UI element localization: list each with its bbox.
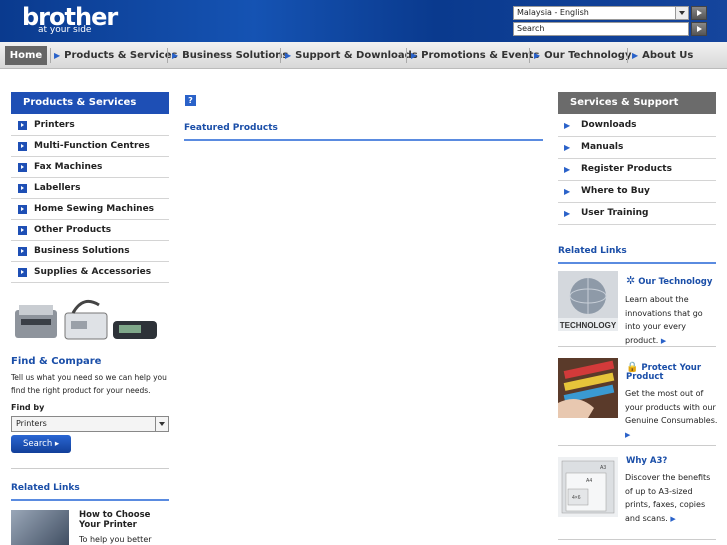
arrow-icon: ▶ [564, 143, 571, 152]
divider [558, 346, 716, 347]
services-support-header: Services & Support [558, 92, 716, 114]
arrow-box-icon [18, 247, 27, 256]
help-icon[interactable]: ? [185, 95, 196, 106]
nav-home[interactable]: Home [5, 46, 47, 65]
country-select[interactable]: Malaysia - English [513, 6, 689, 20]
arrow-icon: ▶ [660, 336, 667, 345]
our-technology-desc: Learn about the innovations that go into… [625, 295, 703, 345]
left-item-business[interactable]: Business Solutions [11, 241, 169, 262]
arrow-icon: ▶ [534, 51, 541, 60]
arrow-icon: ▶ [625, 430, 631, 439]
right-related-links-title: Related Links [558, 246, 627, 256]
find-search-button[interactable]: Search ▸ [11, 435, 71, 453]
arrow-box-icon [18, 184, 27, 193]
find-by-label: Find by [11, 403, 45, 412]
divider [11, 499, 169, 501]
featured-products-title: Featured Products [184, 123, 278, 133]
search-input[interactable]: Search [513, 22, 689, 36]
left-item-sewing[interactable]: Home Sewing Machines [11, 199, 169, 220]
protect-product-image[interactable] [558, 358, 618, 418]
find-compare-title: Find & Compare [11, 356, 102, 367]
why-a3-link[interactable]: Why A3? [626, 457, 667, 466]
our-technology-link[interactable]: ✲ Our Technology [626, 274, 712, 287]
nav-promotions-events[interactable]: ▶ Promotions & Events [411, 42, 539, 69]
arrow-box-icon [18, 268, 27, 277]
left-item-mfc[interactable]: Multi-Function Centres [11, 136, 169, 157]
nav-support-downloads[interactable]: ▶ Support & Downloads [285, 42, 418, 69]
find-compare-desc: Tell us what you need so we can help you… [11, 373, 167, 395]
technology-image-label: TECHNOLOGY [560, 321, 617, 330]
a4-label: A4 [586, 478, 592, 484]
divider [558, 539, 716, 540]
arrow-icon: ▶ [54, 51, 61, 60]
find-by-select[interactable]: Printers [11, 416, 169, 432]
products-services-header: Products & Services [11, 92, 169, 114]
protect-product-desc: Get the most out of your products with o… [625, 389, 718, 439]
site-header: brother at your side Malaysia - English … [0, 0, 727, 42]
choose-printer-desc: To help you better find [79, 535, 152, 545]
tagline: at your side [38, 25, 92, 35]
right-item-register[interactable]: ▶ Register Products [558, 159, 716, 181]
arrow-icon: ▶ [670, 514, 676, 523]
left-item-fax[interactable]: Fax Machines [11, 157, 169, 178]
arrow-icon: ▶ [564, 165, 571, 174]
arrow-icon: ▶ [564, 187, 571, 196]
arrow-icon: ▶ [632, 51, 639, 60]
left-item-supplies[interactable]: Supplies & Accessories [11, 262, 169, 283]
country-go-button[interactable] [691, 6, 707, 20]
arrow-icon: ▶ [411, 51, 418, 60]
right-item-downloads[interactable]: ▶ Downloads [558, 115, 716, 137]
a3-label: A3 [600, 465, 606, 471]
protect-product-link[interactable]: 🔒 Protect Your Product [626, 363, 716, 382]
arrow-box-icon [18, 226, 27, 235]
left-item-other[interactable]: Other Products [11, 220, 169, 241]
right-item-where-to-buy[interactable]: ▶ Where to Buy [558, 181, 716, 203]
left-item-labellers[interactable]: Labellers [11, 178, 169, 199]
arrow-icon: ▶ [564, 209, 571, 218]
products-image [15, 299, 157, 340]
divider [184, 139, 543, 141]
choose-printer-link[interactable]: How to Choose Your Printer [79, 510, 169, 530]
arrow-box-icon [18, 205, 27, 214]
search-go-button[interactable] [691, 22, 707, 36]
arrow-icon: ▶ [172, 51, 179, 60]
chevron-down-icon[interactable] [155, 417, 168, 431]
divider [11, 468, 169, 469]
arrow-icon: ▶ [564, 121, 571, 130]
arrow-box-icon [18, 163, 27, 172]
chevron-down-icon[interactable] [675, 7, 688, 19]
main-nav: Home ▶ Products & Services ▶ Business Solu… [0, 42, 727, 69]
why-a3-desc: Discover the benefits of up to A3-sized … [625, 473, 711, 523]
nav-products-services[interactable]: ▶ Products & Services [54, 42, 177, 69]
technology-image[interactable]: TECHNOLOGY [558, 271, 618, 331]
nav-our-technology[interactable]: ▶ Our Technology [534, 42, 631, 69]
left-item-printers[interactable]: Printers [11, 115, 169, 136]
arrow-box-icon [18, 142, 27, 151]
divider [558, 262, 716, 264]
right-item-manuals[interactable]: ▶ Manuals [558, 137, 716, 159]
arrow-icon: ▸ [54, 439, 60, 449]
left-related-links-title: Related Links [11, 483, 80, 493]
nav-about-us[interactable]: ▶ About Us [632, 42, 693, 69]
find-by-value: Printers [16, 419, 47, 428]
divider [558, 445, 716, 446]
arrow-box-icon [18, 121, 27, 130]
arrow-icon: ▶ [285, 51, 292, 60]
4x6-label: 4×6 [572, 495, 581, 501]
gear-icon: ✲ [626, 274, 636, 287]
right-item-user-training[interactable]: ▶ User Training [558, 203, 716, 225]
choose-printer-image[interactable] [11, 510, 69, 545]
country-select-value: Malaysia - English [517, 8, 589, 17]
why-a3-image[interactable]: A3 A4 4×6 [558, 457, 618, 517]
nav-business-solutions[interactable]: ▶ Business Solutions [172, 42, 288, 69]
